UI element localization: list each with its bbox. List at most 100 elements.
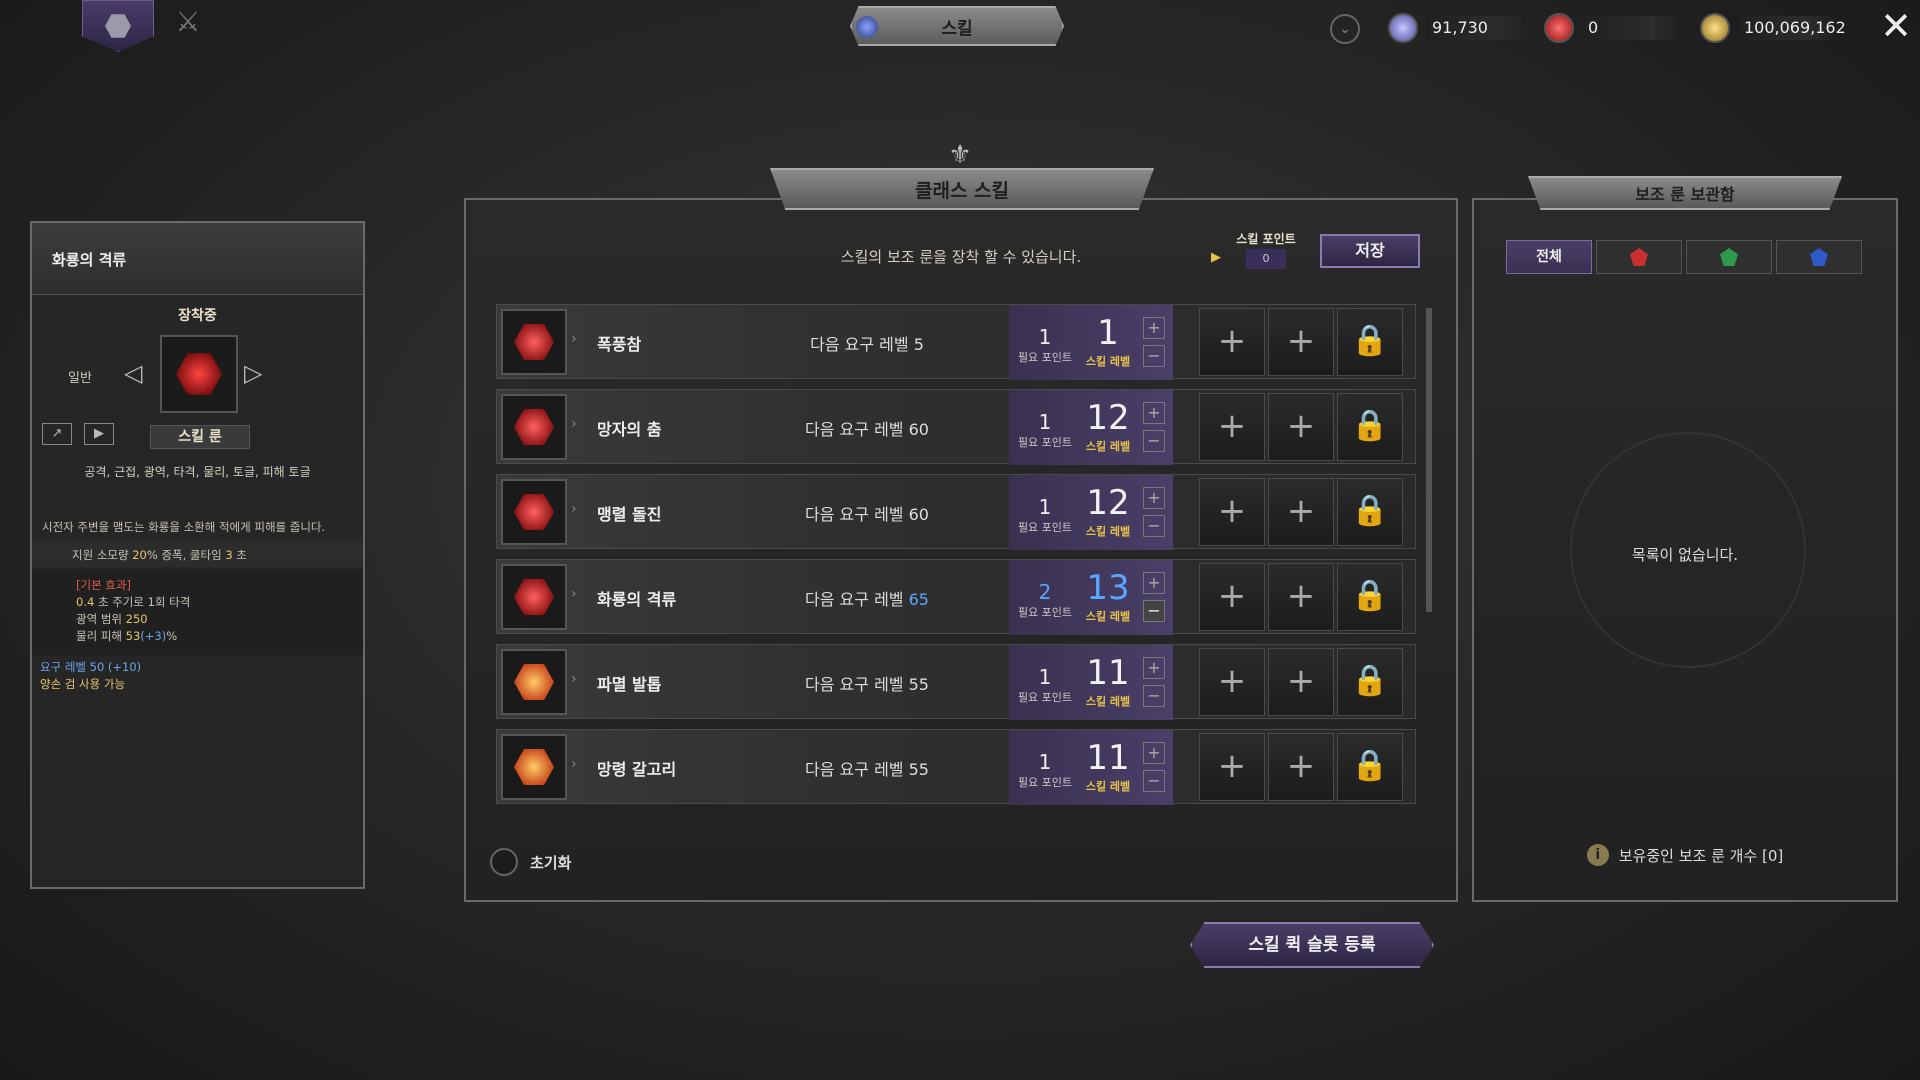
rune-slot-empty[interactable]: + — [1199, 563, 1265, 631]
class-hex-icon — [105, 14, 131, 38]
rune-slot-empty[interactable]: + — [1199, 308, 1265, 376]
equipped-label: 장착중 — [178, 308, 217, 324]
crossed-swords-icon[interactable]: ⚔ — [170, 4, 206, 40]
skill-icon — [501, 734, 567, 800]
equipped-rune-slot[interactable] — [160, 335, 238, 413]
skill-row[interactable]: › 맹렬 돌진 다음 요구 레벨 60 1 필요 포인트 12 스킬 레벨 + − … — [496, 474, 1416, 550]
info-text: 스킬의 보조 룬을 장착 할 수 있습니다. — [840, 248, 1082, 266]
skill-detail-panel: 화룡의 격류 장착중 일반 ◁ ▷ ↗ ▶ 스킬 룬 공격, 근접, 광역, 타… — [30, 221, 365, 889]
required-level: 다음 요구 레벨 60 — [805, 505, 929, 524]
red-rune-icon — [176, 353, 222, 395]
chevron-down-icon[interactable]: ⌄ — [1330, 14, 1360, 44]
info-icon[interactable]: i — [1586, 844, 1609, 866]
lock-icon[interactable]: 🔒 — [1337, 733, 1403, 801]
sub-rune-storage-title: 보조 룬 보관함 — [1528, 176, 1842, 210]
skill-row[interactable]: › 폭풍참 다음 요구 레벨 5 1 필요 포인트 1 스킬 레벨 + − + + … — [496, 304, 1416, 380]
red-rune-icon — [1630, 248, 1648, 266]
level-up-button[interactable]: + — [1143, 657, 1165, 679]
currency-ruby: 0 + — [1544, 12, 1721, 44]
ruby-icon — [1544, 13, 1574, 43]
skill-row[interactable]: › 망령 갈고리 다음 요구 레벨 55 1 필요 포인트 11 스킬 레벨 + −… — [496, 729, 1416, 805]
rune-slot-empty[interactable]: + — [1199, 393, 1265, 461]
level-down-button[interactable]: − — [1143, 430, 1165, 452]
level-up-button[interactable]: + — [1143, 742, 1165, 764]
skill-list: › 폭풍참 다음 요구 레벨 5 1 필요 포인트 1 스킬 레벨 + − + + … — [496, 304, 1416, 828]
rune-slot-empty[interactable]: + — [1199, 478, 1265, 546]
skill-icon — [501, 479, 567, 545]
skill-row[interactable]: › 망자의 춤 다음 요구 레벨 60 1 필요 포인트 12 스킬 레벨 + − … — [496, 389, 1416, 465]
reset-icon — [490, 848, 518, 876]
required-level: 다음 요구 레벨 60 — [805, 420, 929, 439]
share-icon[interactable]: ↗ — [42, 423, 72, 445]
lock-icon[interactable]: 🔒 — [1337, 308, 1403, 376]
rune-slot-empty[interactable]: + — [1268, 308, 1334, 376]
skill-list-scrollbar[interactable] — [1426, 308, 1432, 612]
rune-filter-tabs: 전체 — [1506, 240, 1862, 274]
save-button[interactable]: 저장 — [1320, 234, 1420, 268]
tab-blue-rune[interactable] — [1776, 240, 1862, 274]
rune-slot-empty[interactable]: + — [1199, 733, 1265, 801]
play-arrow-icon: ▶ — [1211, 250, 1221, 265]
skill-icon — [501, 394, 567, 460]
window-title: 스킬 — [850, 6, 1064, 46]
rune-slot-empty[interactable]: + — [1199, 648, 1265, 716]
caret-right-icon: › — [571, 416, 577, 432]
required-level: 다음 요구 레벨 55 — [805, 675, 929, 694]
rune-slot-empty[interactable]: + — [1268, 478, 1334, 546]
rune-slot-empty[interactable]: + — [1268, 648, 1334, 716]
reset-button[interactable]: 초기화 — [490, 848, 571, 876]
level-up-button[interactable]: + — [1143, 487, 1165, 509]
required-level: 다음 요구 레벨 5 — [810, 335, 924, 354]
required-level: 다음 요구 레벨 65 — [805, 590, 929, 609]
caret-right-icon: › — [571, 501, 577, 517]
tab-green-rune[interactable] — [1686, 240, 1772, 274]
level-down-button[interactable]: − — [1143, 345, 1165, 367]
lock-icon[interactable]: 🔒 — [1337, 648, 1403, 716]
skill-orb-icon — [856, 16, 878, 38]
skill-tags: 공격, 근접, 광역, 타격, 물리, 토글, 피해 토글 — [84, 465, 311, 479]
lock-icon[interactable]: 🔒 — [1337, 393, 1403, 461]
level-down-button[interactable]: − — [1143, 770, 1165, 792]
class-skill-panel: 스킬의 보조 룬을 장착 할 수 있습니다. ▶ 스킬 포인트 0 저장 › 폭… — [464, 198, 1458, 902]
skill-icon — [501, 309, 567, 375]
skill-stats: [기본 효과] 0.4 초 주기로 1회 타격 광역 범위 250 물리 피해 … — [32, 571, 363, 655]
required-level: 다음 요구 레벨 55 — [805, 760, 929, 779]
next-rune-arrow-icon[interactable]: ▷ — [244, 359, 262, 387]
tab-all[interactable]: 전체 — [1506, 240, 1592, 274]
class-skill-title: 클래스 스킬 — [770, 168, 1154, 210]
green-rune-icon — [1720, 248, 1738, 266]
level-down-button[interactable]: − — [1143, 685, 1165, 707]
caret-right-icon: › — [571, 671, 577, 687]
skill-row[interactable]: › 파멸 발톱 다음 요구 레벨 55 1 필요 포인트 11 스킬 레벨 + − … — [496, 644, 1416, 720]
level-up-button[interactable]: + — [1143, 572, 1165, 594]
owned-rune-count: i 보유중인 보조 룬 개수 [0] — [1474, 844, 1896, 866]
rune-type-label: 일반 — [68, 371, 92, 386]
tab-red-rune[interactable] — [1596, 240, 1682, 274]
level-up-button[interactable]: + — [1143, 402, 1165, 424]
prev-rune-arrow-icon[interactable]: ◁ — [124, 359, 142, 387]
skill-icon — [501, 649, 567, 715]
rune-slot-empty[interactable]: + — [1268, 393, 1334, 461]
rune-slot-empty[interactable]: + — [1268, 733, 1334, 801]
gold-coin-icon — [1700, 13, 1730, 43]
lock-icon[interactable]: 🔒 — [1337, 478, 1403, 546]
skill-rune-label: 스킬 룬 — [150, 425, 250, 449]
register-quick-slot-button[interactable]: 스킬 퀵 슬롯 등록 — [1190, 922, 1434, 968]
rune-slot-empty[interactable]: + — [1268, 563, 1334, 631]
currency-gold: 100,069,162 — [1700, 12, 1846, 44]
level-down-button[interactable]: − — [1143, 515, 1165, 537]
close-icon[interactable]: ✕ — [1876, 6, 1916, 46]
skill-row-selected[interactable]: › 화룡의 격류 다음 요구 레벨 65 2 필요 포인트 13 스킬 레벨 + −… — [496, 559, 1416, 635]
level-down-button[interactable]: − — [1143, 600, 1165, 622]
level-up-button[interactable]: + — [1143, 317, 1165, 339]
skill-requirements: 요구 레벨 50 (+10) 양손 검 사용 가능 — [40, 660, 142, 691]
empty-list-message: 목록이 없습니다. — [1631, 546, 1739, 564]
currency-crystal: 91,730 + — [1388, 12, 1565, 44]
play-preview-icon[interactable]: ▶ — [84, 423, 114, 445]
skill-cost: 지원 소모량 20% 증폭, 쿨타임 3 초 — [32, 541, 363, 567]
skill-icon — [501, 564, 567, 630]
class-emblem-button[interactable] — [82, 0, 154, 52]
lock-icon[interactable]: 🔒 — [1337, 563, 1403, 631]
caret-right-icon: › — [571, 331, 577, 347]
detail-skill-name: 화룡의 격류 — [32, 223, 363, 295]
